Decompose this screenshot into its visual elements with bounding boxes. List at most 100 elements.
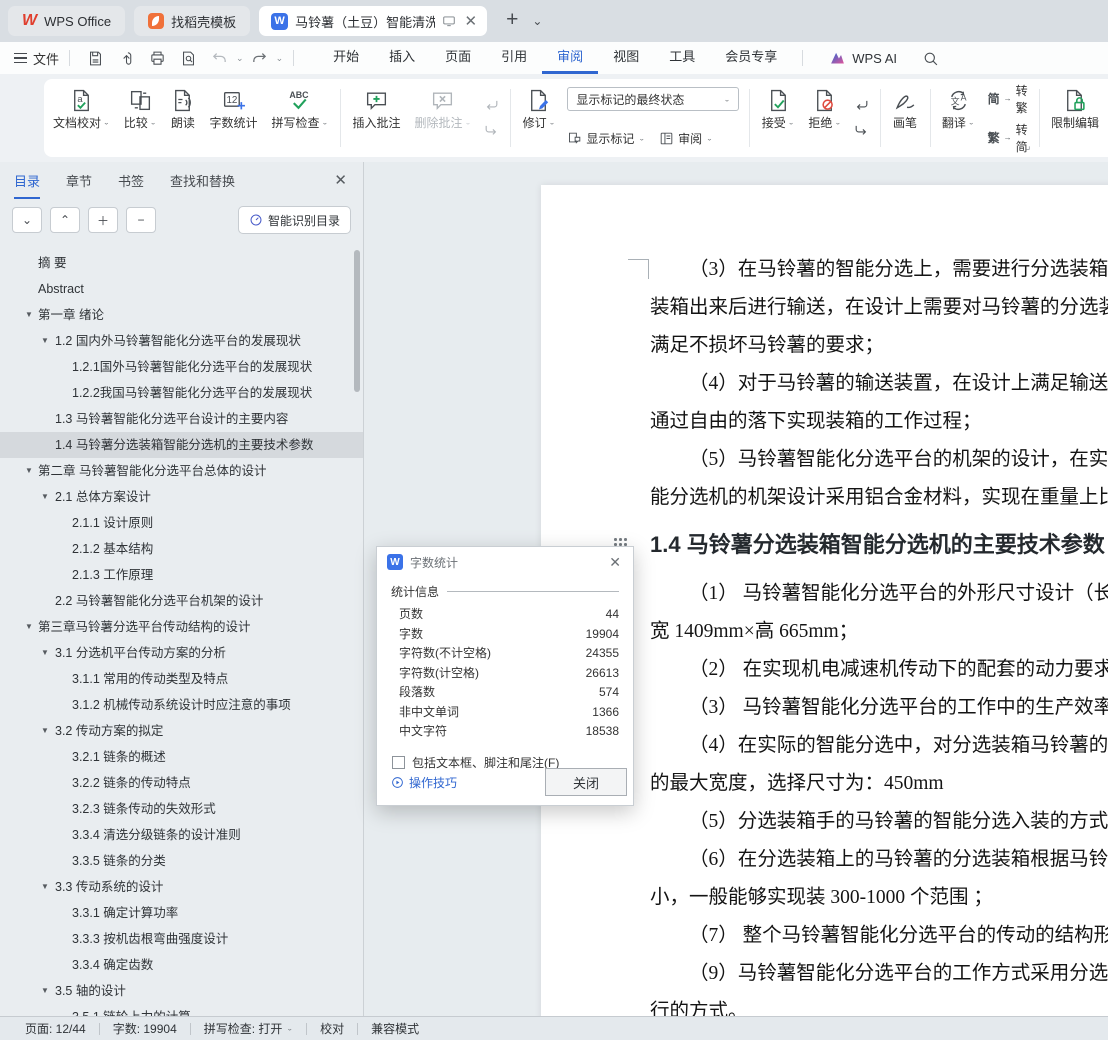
toc-item[interactable]: 3.2.3 链条传动的失效形式 [0,796,363,822]
拒绝-button[interactable]: 拒绝 ⌄ [801,84,848,152]
toc-item[interactable]: ▼ 3.1 分选机平台传动方案的分析 [0,640,363,666]
toc-item[interactable]: 3.1.1 常用的传动类型及特点 [0,666,363,692]
tips-link[interactable]: 操作技巧 [391,774,457,791]
menu-tab-6[interactable]: 视图 [598,42,654,74]
expand-all-button[interactable]: ⌄ [12,207,42,233]
toc-item[interactable]: 3.3.5 链条的分类 [0,848,363,874]
sidebar-close-icon[interactable]: ✕ [334,171,347,189]
menu-tab-2[interactable]: 插入 [374,42,430,74]
status-item-4[interactable]: 校对 [307,1020,357,1037]
限制编辑-button[interactable]: 限制编辑 [1044,84,1106,152]
dialog-title-bar[interactable]: W 字数统计 ✕ [377,547,633,577]
tab-list-chevron-icon[interactable]: ⌄ [528,14,546,28]
toc-item[interactable]: 2.2 马铃薯智能化分选平台机架的设计 [0,588,363,614]
print-icon[interactable] [142,50,173,67]
sidebar-tab-1[interactable]: 目录 [14,162,41,199]
export-icon[interactable] [111,50,142,67]
toc-item[interactable]: 3.2.2 链条的传动特点 [0,770,363,796]
toc-item[interactable]: ▼ 1.2 国内外马铃薯智能化分选平台的发展现状 [0,328,363,354]
toc-item[interactable]: 2.1.3 工作原理 [0,562,363,588]
markup-state-dropdown[interactable]: 显示标记的最终状态 ⌄ [567,87,740,111]
undo-chevron-icon[interactable]: ⌄ [236,53,244,64]
toc-item[interactable]: 3.3.4 清选分级链条的设计准则 [0,822,363,848]
转简-button[interactable]: 繁 → 转简 [988,121,1028,155]
file-menu[interactable]: 文件 [33,49,59,68]
collapse-arrow-icon[interactable]: ▼ [25,302,33,328]
拼写检查-button[interactable]: ABC 拼写检查 ⌄ [264,84,335,152]
screen-share-icon[interactable] [442,14,456,28]
删除批注-button[interactable]: 删除批注 ⌄ [408,84,479,152]
toc-item[interactable]: 2.1.2 基本结构 [0,536,363,562]
menu-tab-5[interactable]: 审阅 [542,42,599,74]
tab-wps-home[interactable]: W WPS Office [8,6,126,36]
new-tab-button[interactable]: + [496,8,528,34]
status-item-1[interactable]: 页面: 12/44 [12,1020,99,1037]
toc-item[interactable]: ▼ 第一章 绪论 [0,302,363,328]
dialog-close-button[interactable]: 关闭 [545,768,627,796]
toc-item[interactable]: 1.4 马铃薯分选装箱智能分选机的主要技术参数 [0,432,363,458]
hamburger-icon[interactable] [14,52,27,64]
toc-item[interactable]: 3.3.3 按机齿根弯曲强度设计 [0,926,363,952]
sidebar-tab-4[interactable]: 查找和替换 [170,162,235,199]
画笔-button[interactable]: 画笔 [886,84,925,152]
prev-comment-icon[interactable] [483,97,500,114]
next-change-icon[interactable] [853,122,870,139]
zoom-out-level-button[interactable]: − [126,207,156,233]
toc-item[interactable]: 3.2.1 链条的概述 [0,744,363,770]
sidebar-tab-2[interactable]: 章节 [66,162,92,199]
toc-item[interactable]: Abstract [0,276,363,302]
toc-item[interactable]: 1.2.2我国马铃薯智能化分选平台的发展现状 [0,380,363,406]
menu-tab-4[interactable]: 引用 [486,42,542,74]
toc-item[interactable]: 3.5.1 链轮上力的计算 [0,1004,363,1016]
文档校对-button[interactable]: a 文档校对 ⌄ [46,84,117,152]
print-preview-icon[interactable] [173,50,204,67]
toc-item[interactable]: ▼ 第二章 马铃薯智能化分选平台总体的设计 [0,458,363,484]
toc-item[interactable]: ▼ 3.3 传动系统的设计 [0,874,363,900]
status-item-5[interactable]: 兼容模式 [358,1020,432,1037]
接受-button[interactable]: 接受 ⌄ [755,84,802,152]
toc-item[interactable]: 1.2.1国外马铃薯智能化分选平台的发展现状 [0,354,363,380]
collapse-arrow-icon[interactable]: ▼ [41,718,49,744]
quickbar-chevron-icon[interactable]: ⌄ [276,53,284,64]
close-tab-icon[interactable]: ✕ [463,12,480,30]
undo-icon[interactable] [204,50,235,67]
menu-tab-3[interactable]: 页面 [430,42,486,74]
menu-tab-1[interactable]: 开始 [318,42,374,74]
修订-button[interactable]: 修订 ⌄ [516,84,563,152]
toc-item[interactable]: 2.1.1 设计原则 [0,510,363,536]
审阅-button[interactable]: 审阅 ⌄ [659,130,713,147]
比较-button[interactable]: 比较 ⌄ [117,84,164,152]
插入批注-button[interactable]: 插入批注 [346,84,408,152]
转繁-button[interactable]: 简 → 转繁 [988,82,1028,116]
wps-ai-button[interactable]: WPS AI [829,50,897,67]
collapse-arrow-icon[interactable]: ▼ [25,458,33,484]
prev-change-icon[interactable] [853,97,870,114]
collapse-arrow-icon[interactable]: ▼ [41,328,49,354]
status-item-2[interactable]: 字数: 19904 [100,1020,190,1037]
group-expander-icon[interactable]: ⌟ [1026,142,1031,152]
collapse-all-button[interactable]: ⌃ [50,207,80,233]
search-icon[interactable] [915,50,946,67]
menu-tab-7[interactable]: 工具 [654,42,710,74]
显示标记-button[interactable]: 显示标记 ⌄ [567,130,645,147]
next-comment-icon[interactable] [483,122,500,139]
toc-item[interactable]: 3.3.1 确定计算功率 [0,900,363,926]
sidebar-scrollbar[interactable] [354,250,360,392]
collapse-arrow-icon[interactable]: ▼ [41,484,49,510]
toc-item[interactable]: ▼ 2.1 总体方案设计 [0,484,363,510]
toc-item[interactable]: ▼ 3.2 传动方案的拟定 [0,718,363,744]
toc-item[interactable]: 1.3 马铃薯智能化分选平台设计的主要内容 [0,406,363,432]
collapse-arrow-icon[interactable]: ▼ [41,978,49,1004]
toc-item[interactable]: ▼ 第三章马铃薯分选平台传动结构的设计 [0,614,363,640]
朗读-button[interactable]: 朗读 [163,84,202,152]
tab-document-active[interactable]: W 马铃薯（土豆）智能清洗分选 ✕ [259,6,488,36]
字数统计-button[interactable]: 12 字数统计 [202,84,264,152]
collapse-arrow-icon[interactable]: ▼ [41,874,49,900]
save-icon[interactable] [80,50,111,67]
collapse-arrow-icon[interactable]: ▼ [41,640,49,666]
smart-recognize-toc-button[interactable]: 智能识别目录 [237,206,351,234]
toc-item[interactable]: ▼ 3.5 轴的设计 [0,978,363,1004]
tab-docer-template[interactable]: 找稻壳模板 [134,6,251,36]
toc-item[interactable]: 摘 要 [0,250,363,276]
zoom-in-level-button[interactable]: ＋ [88,207,118,233]
